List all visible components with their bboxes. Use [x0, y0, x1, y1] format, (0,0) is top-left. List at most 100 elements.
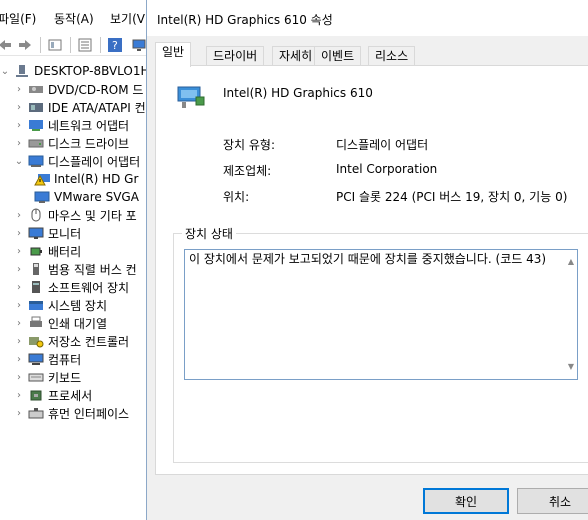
tab-details[interactable]: 자세히 [272, 46, 320, 66]
tree-item[interactable]: Intel(R) HD Gr [34, 170, 138, 188]
manufacturer-value: Intel Corporation [336, 162, 438, 176]
tree-item-label: 범용 직렬 버스 컨 [48, 262, 137, 277]
chevron-right-icon[interactable]: › [14, 390, 24, 401]
tree-item[interactable]: › 휴먼 인터페이스 [14, 404, 129, 422]
tree-item[interactable]: › 모니터 [14, 224, 81, 242]
tab-events[interactable]: 이벤트 [314, 46, 362, 66]
hid-icon [28, 406, 44, 420]
tree-item[interactable]: › 인쇄 대기열 [14, 314, 107, 332]
toolbar: ? [0, 34, 160, 56]
processor-icon [28, 388, 44, 402]
location-value: PCI 슬롯 224 (PCI 버스 19, 장치 0, 기능 0) [336, 190, 568, 204]
ok-button[interactable]: 확인 [423, 488, 509, 514]
tree-item[interactable]: › 시스템 장치 [14, 296, 107, 314]
tree-item-label: 휴먼 인터페이스 [48, 406, 130, 421]
tree-item-label: 키보드 [48, 370, 82, 385]
chevron-right-icon[interactable]: › [14, 408, 24, 419]
tree-item[interactable]: › 프로세서 [14, 386, 92, 404]
tree-item-label: VMware SVGA [54, 190, 139, 204]
tree-item-label: 마우스 및 기타 포 [48, 208, 137, 223]
scroll-down-icon[interactable]: ▼ [568, 359, 574, 375]
chevron-right-icon[interactable]: › [14, 84, 24, 95]
tree-item-label: 소프트웨어 장치 [48, 280, 130, 295]
tree-item[interactable]: ⌄ 디스플레이 어댑터 [14, 152, 140, 170]
location-label: 위치: [223, 190, 250, 204]
tree-item[interactable]: › 소프트웨어 장치 [14, 278, 129, 296]
chevron-right-icon[interactable]: › [14, 228, 24, 239]
tab-resources[interactable]: 리소스 [368, 46, 416, 66]
details-icon[interactable] [76, 36, 94, 54]
display-adapter-icon [28, 154, 44, 168]
software-device-icon [28, 280, 44, 294]
tree-item[interactable]: VMware SVGA [34, 188, 139, 206]
tree-item[interactable]: › 컴퓨터 [14, 350, 81, 368]
display-device-icon [34, 190, 50, 204]
tab-strip: 일반 드라이버 자세히 이벤트 리소스 [155, 42, 588, 67]
device-type-label: 장치 유형: [223, 138, 276, 152]
tree-item-label: 프로세서 [48, 388, 93, 403]
chevron-down-icon[interactable]: ⌄ [14, 156, 24, 167]
tree-item-label: 시스템 장치 [48, 298, 108, 313]
printer-icon [28, 316, 44, 330]
tree-item[interactable]: › 마우스 및 기타 포 [14, 206, 137, 224]
chevron-right-icon[interactable]: › [14, 138, 24, 149]
cancel-button[interactable]: 취소 [517, 488, 588, 514]
device-status-legend: 장치 상태 [182, 225, 236, 242]
tree-root[interactable]: ⌄ DESKTOP-8BVLO1H [0, 62, 150, 80]
chevron-right-icon[interactable]: › [14, 102, 24, 113]
properties-pane-icon[interactable] [46, 36, 64, 54]
battery-icon [28, 244, 44, 258]
tree-item[interactable]: › 키보드 [14, 368, 81, 386]
chevron-right-icon[interactable]: › [14, 246, 24, 257]
device-name: Intel(R) HD Graphics 610 [223, 86, 373, 100]
tree-item-label: 디스크 드라이브 [48, 136, 130, 151]
tab-general[interactable]: 일반 [155, 42, 192, 67]
dialog-title: Intel(R) HD Graphics 610 속성 [157, 13, 333, 27]
chevron-right-icon[interactable]: › [14, 120, 24, 131]
monitor-icon [28, 226, 44, 240]
help-icon[interactable]: ? [106, 36, 124, 54]
mouse-icon [28, 208, 44, 222]
menu-action[interactable]: 동작(A) [54, 10, 94, 27]
chevron-right-icon[interactable]: › [14, 336, 24, 347]
tree-item-label: 디스플레이 어댑터 [48, 154, 141, 169]
tree-item[interactable]: › 저장소 컨트롤러 [14, 332, 129, 350]
tree-item[interactable]: › DVD/CD-ROM 드 [14, 80, 143, 98]
warning-display-icon [34, 172, 50, 186]
tree-item-label: DVD/CD-ROM 드 [48, 82, 144, 97]
chevron-right-icon[interactable]: › [14, 210, 24, 221]
scroll-up-icon[interactable]: ▲ [568, 254, 574, 270]
menu-file[interactable]: 파일(F) [0, 10, 36, 27]
device-type-value: 디스플레이 어댑터 [336, 138, 429, 152]
menu-view[interactable]: 보기(V [110, 10, 145, 27]
chevron-right-icon[interactable]: › [14, 372, 24, 383]
keyboard-icon [28, 370, 44, 384]
tree-item-label: Intel(R) HD Gr [54, 172, 139, 186]
network-adapter-icon [28, 118, 44, 132]
tree-item[interactable]: › 네트워크 어댑터 [14, 116, 129, 134]
display-adapter-icon [176, 81, 206, 111]
tree-item-label: 네트워크 어댑터 [48, 118, 130, 133]
tree-item[interactable]: › IDE ATA/ATAPI 컨 [14, 98, 146, 116]
tree-item[interactable]: › 범용 직렬 버스 컨 [14, 260, 137, 278]
system-device-icon [28, 298, 44, 312]
chevron-down-icon[interactable]: ⌄ [0, 66, 10, 77]
tree-item-label: IDE ATA/ATAPI 컨 [48, 100, 146, 115]
tree-item-label: 컴퓨터 [48, 352, 82, 367]
chevron-right-icon[interactable]: › [14, 264, 24, 275]
dialog-title-bar: Intel(R) HD Graphics 610 속성 [147, 0, 588, 36]
chevron-right-icon[interactable]: › [14, 354, 24, 365]
tree-item[interactable]: › 디스크 드라이브 [14, 134, 129, 152]
computer-icon [28, 352, 44, 366]
tree-item-label: 배터리 [48, 244, 82, 259]
device-status-textbox[interactable]: 이 장치에서 문제가 보고되었기 때문에 장치를 중지했습니다. (코드 43)… [184, 249, 578, 380]
back-arrow-icon[interactable] [0, 36, 14, 54]
general-tab-panel: Intel(R) HD Graphics 610 장치 유형: 디스플레이 어댑… [155, 65, 588, 475]
chevron-right-icon[interactable]: › [14, 318, 24, 329]
properties-dialog: Intel(R) HD Graphics 610 속성 일반 드라이버 자세히 … [146, 0, 588, 520]
forward-arrow-icon[interactable] [16, 36, 34, 54]
tree-item[interactable]: › 배터리 [14, 242, 81, 260]
chevron-right-icon[interactable]: › [14, 282, 24, 293]
tab-driver[interactable]: 드라이버 [206, 46, 265, 66]
chevron-right-icon[interactable]: › [14, 300, 24, 311]
